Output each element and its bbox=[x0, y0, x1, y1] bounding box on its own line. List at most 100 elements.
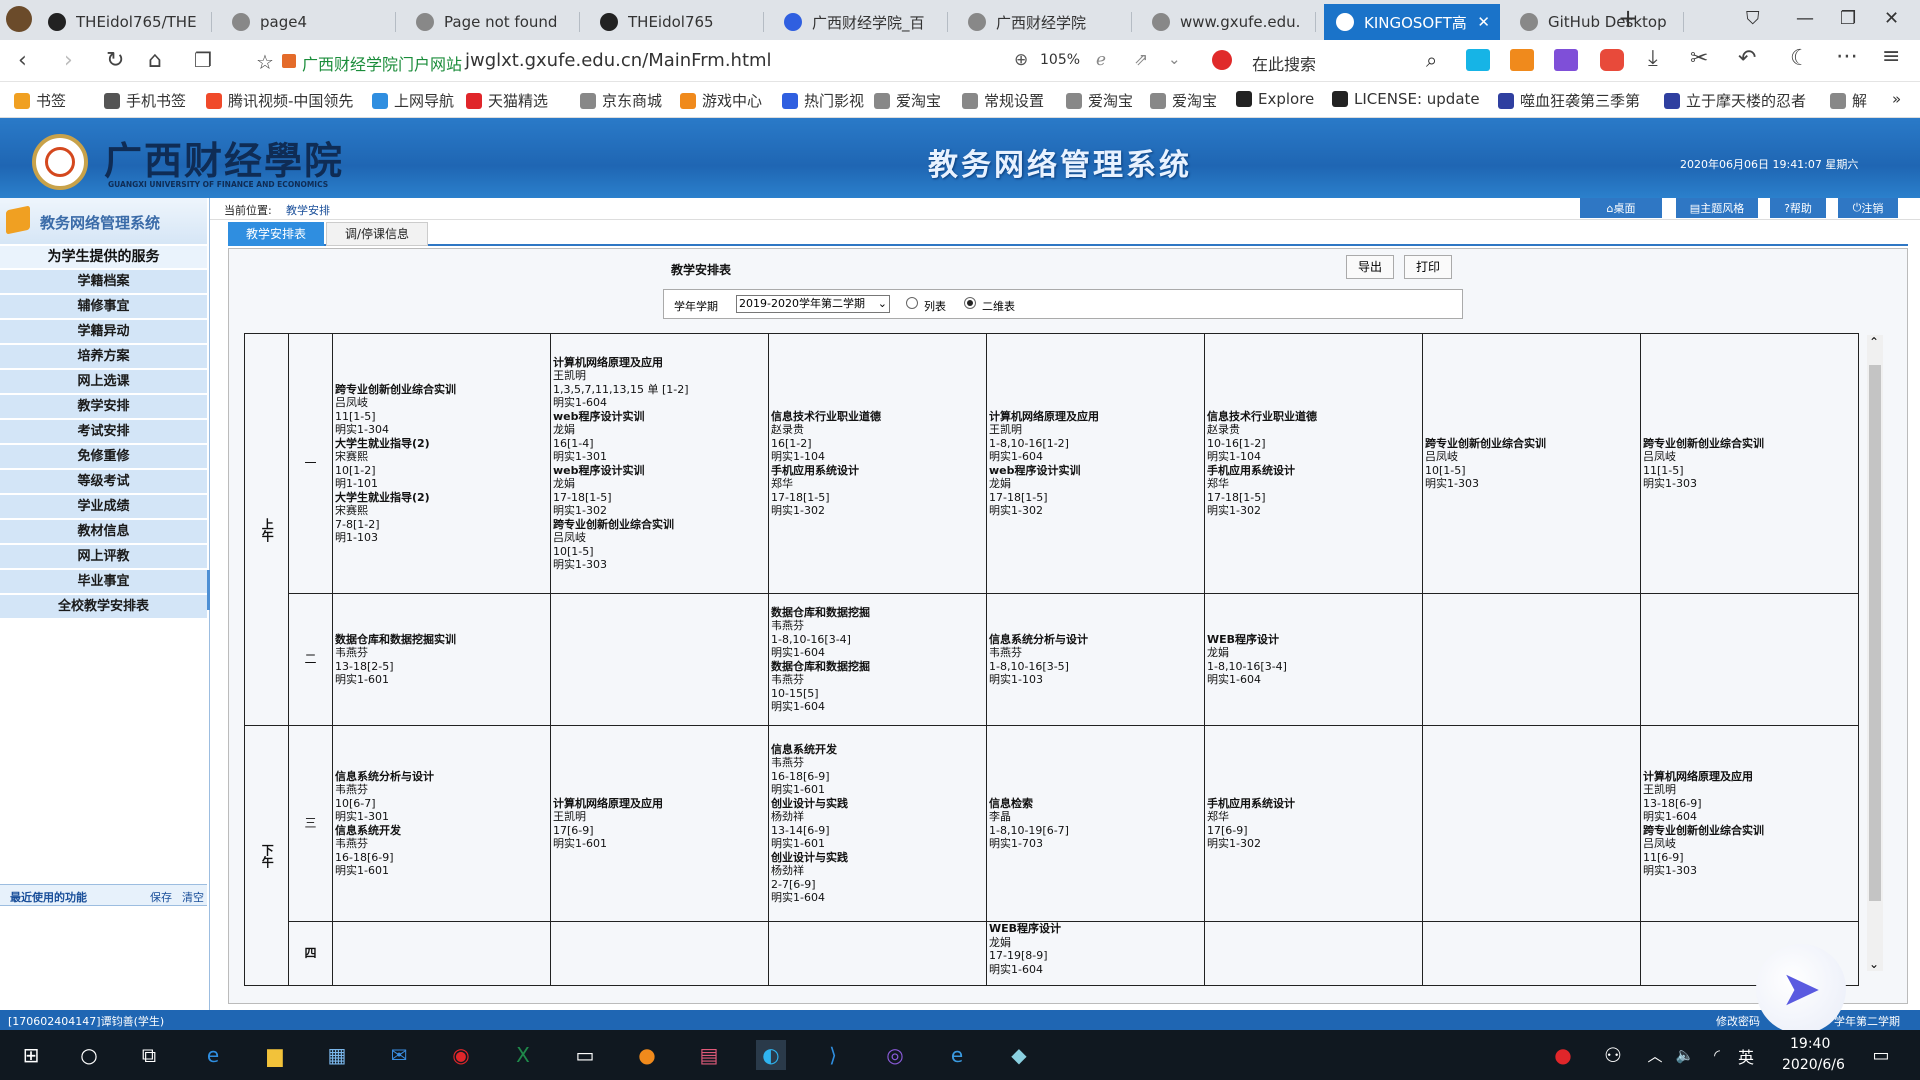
radio-list[interactable] bbox=[906, 297, 918, 309]
scroll-up-icon[interactable]: ⌃ bbox=[1869, 335, 1879, 349]
download-icon[interactable]: ⤓ bbox=[1648, 46, 1658, 71]
bookmark-item[interactable]: 上网导航 bbox=[372, 90, 454, 111]
mail-icon[interactable]: ✉ bbox=[384, 1040, 414, 1070]
clock-date[interactable]: 2020/6/6 bbox=[1782, 1057, 1845, 1073]
undo-icon[interactable]: ↶ bbox=[1738, 46, 1756, 71]
timetable-cell[interactable]: 跨专业创新创业综合实训 吕凤岐 11[1-5] 明实1-304 大学生就业指导(2) 宋赛… bbox=[332, 333, 551, 594]
timetable-cell[interactable]: 信息系统分析与设计 韦燕芬 10[6-7] 明实1-301 信息系统开发 韦燕芬 16-18… bbox=[332, 725, 551, 922]
bookmark-item[interactable]: 手机书签 bbox=[104, 90, 186, 111]
bookmark-item[interactable]: 爱淘宝 bbox=[1066, 90, 1133, 111]
notepad-icon[interactable]: ◆ bbox=[1004, 1040, 1034, 1070]
term-select[interactable]: 2019-2020学年第二学期 ⌄ bbox=[736, 295, 890, 313]
tray-up-icon[interactable]: ︿ bbox=[1640, 1040, 1670, 1070]
bookmarks-more-icon[interactable]: » bbox=[1892, 90, 1901, 108]
print-button[interactable]: 打印 bbox=[1404, 255, 1452, 279]
tab-class-change[interactable]: 调/停课信息 bbox=[326, 222, 428, 246]
game-icon[interactable] bbox=[1600, 49, 1624, 71]
minimize-button[interactable]: — bbox=[1796, 8, 1814, 29]
ie-icon[interactable]: e bbox=[942, 1040, 972, 1070]
timetable-cell[interactable] bbox=[1204, 921, 1423, 986]
scroll-thumb[interactable] bbox=[1869, 365, 1881, 901]
timetable-cell[interactable]: 手机应用系统设计 郑华 17[6-9] 明实1-302 bbox=[1204, 725, 1423, 922]
sidebar-item[interactable]: 学业成绩 bbox=[0, 495, 207, 519]
sidebar-item[interactable]: 等级考试 bbox=[0, 470, 207, 494]
browser-tab[interactable]: THEidol765/THE bbox=[36, 4, 212, 40]
bookmark-item[interactable]: 常规设置 bbox=[962, 90, 1044, 111]
browser-tab[interactable]: Page not found bbox=[404, 4, 580, 40]
export-button[interactable]: 导出 bbox=[1346, 255, 1394, 279]
reading-icon[interactable]: ❐ bbox=[194, 48, 212, 72]
back-icon[interactable]: ‹ bbox=[18, 48, 27, 73]
netease-music-icon[interactable]: ◉ bbox=[446, 1040, 476, 1070]
github-desktop-icon[interactable]: ◎ bbox=[880, 1040, 910, 1070]
vscode-icon[interactable]: ⟩ bbox=[818, 1040, 848, 1070]
bookmark-item[interactable]: 噬血狂袭第三季第 bbox=[1498, 90, 1640, 111]
sidebar-item[interactable]: 教学安排 bbox=[0, 395, 207, 419]
bookmark-item[interactable]: 腾讯视频-中国领先 bbox=[206, 90, 353, 111]
timetable-cell[interactable] bbox=[332, 921, 551, 986]
maximize-button[interactable]: ❐ bbox=[1840, 8, 1856, 29]
bookmark-item[interactable]: 天猫精选 bbox=[466, 90, 548, 111]
browser-tab[interactable]: page4 bbox=[220, 4, 396, 40]
sidebar-item[interactable]: 学籍异动 bbox=[0, 320, 207, 344]
star-icon[interactable]: ☆ bbox=[256, 50, 274, 74]
timetable-cell[interactable]: 信息系统开发 韦燕芬 16-18[6-9] 明实1-601 创业设计与实践 杨劲祥 13-1… bbox=[768, 725, 987, 922]
file-explorer-icon[interactable]: ▆ bbox=[260, 1040, 290, 1070]
more-icon[interactable]: ⋯ bbox=[1836, 44, 1858, 69]
antivirus-icon[interactable]: ● bbox=[1548, 1040, 1578, 1070]
bookmark-item[interactable]: LICENSE: update bbox=[1332, 90, 1480, 108]
timetable-cell[interactable]: 计算机网络原理及应用 王凯明 13-18[6-9] 明实1-604 跨专业创新创业综合实… bbox=[1640, 725, 1859, 922]
timetable-cell[interactable]: 跨专业创新创业综合实训 吕凤岐 11[1-5] 明实1-303 bbox=[1640, 333, 1859, 594]
sidebar-item[interactable]: 考试安排 bbox=[0, 420, 207, 444]
bookmark-item[interactable]: 立于摩天楼的忍者 bbox=[1664, 90, 1806, 111]
zoom-level[interactable]: 105% bbox=[1040, 52, 1080, 68]
timetable-cell[interactable] bbox=[550, 921, 769, 986]
sidebar-item[interactable]: 网上评教 bbox=[0, 545, 207, 569]
zoom-icon[interactable]: ⊕ bbox=[1014, 50, 1028, 70]
home-icon[interactable]: ⌂ bbox=[148, 48, 162, 73]
volume-icon[interactable]: 🔈 bbox=[1670, 1040, 1700, 1070]
timetable-cell[interactable] bbox=[1422, 725, 1641, 922]
bookmark-item[interactable]: 书签 bbox=[14, 90, 66, 111]
task-view-icon[interactable]: ⧉ bbox=[134, 1040, 164, 1070]
change-password-link[interactable]: 修改密码 bbox=[1716, 1013, 1760, 1029]
url-text[interactable]: jwglxt.gxufe.edu.cn/MainFrm.html bbox=[465, 50, 772, 71]
timetable-cell[interactable]: 计算机网络原理及应用 王凯明 1,3,5,7,11,13,15 单 [1-2] 明实1… bbox=[550, 333, 769, 594]
ime-indicator[interactable]: 英 bbox=[1738, 1044, 1754, 1068]
timetable-cell[interactable] bbox=[1640, 593, 1859, 726]
terminal-icon[interactable]: ▭ bbox=[570, 1040, 600, 1070]
video-icon[interactable] bbox=[1466, 49, 1490, 71]
tab-teaching-schedule[interactable]: 教学安排表 bbox=[228, 222, 324, 246]
excel-icon[interactable]: X bbox=[508, 1040, 538, 1070]
browser-tab[interactable]: 广西财经学院 bbox=[956, 4, 1132, 40]
tab-list-icon[interactable]: ⛉ bbox=[1746, 8, 1760, 29]
notification-icon[interactable]: ▭ bbox=[1866, 1040, 1896, 1070]
ie-mode-icon[interactable]: ℯ bbox=[1096, 50, 1106, 70]
refresh-icon[interactable]: ↻ bbox=[106, 48, 124, 73]
new-tab-button[interactable]: + bbox=[1618, 4, 1638, 32]
browser-tab[interactable]: THEidol765 bbox=[588, 4, 764, 40]
logout-button[interactable]: ⏻ 注销 bbox=[1838, 198, 1898, 218]
search-engine-icon[interactable] bbox=[1212, 50, 1232, 70]
search-icon[interactable]: ⌕ bbox=[1426, 48, 1437, 72]
close-tab-icon[interactable]: ✕ bbox=[1477, 13, 1490, 31]
timetable-cell[interactable]: 计算机网络原理及应用 王凯明 1-8,10-16[1-2] 明实1-604 web程序设… bbox=[986, 333, 1205, 594]
menu-icon[interactable]: ≡ bbox=[1882, 44, 1900, 69]
sidebar-item[interactable]: 教材信息 bbox=[0, 520, 207, 544]
bookmark-item[interactable]: 游戏中心 bbox=[680, 90, 762, 111]
night-mode-icon[interactable]: ☾ bbox=[1790, 46, 1810, 71]
browser-logo-icon[interactable] bbox=[6, 6, 32, 32]
translate-icon[interactable] bbox=[1554, 49, 1578, 71]
dropdown-icon[interactable]: ⌄ bbox=[1168, 50, 1181, 68]
windows-start-icon[interactable]: ⊞ bbox=[16, 1040, 46, 1070]
media-icon[interactable]: ▤ bbox=[694, 1040, 724, 1070]
sidebar-item[interactable]: 辅修事宜 bbox=[0, 295, 207, 319]
bookmark-item[interactable]: 爱淘宝 bbox=[874, 90, 941, 111]
close-window-button[interactable]: ✕ bbox=[1884, 8, 1899, 29]
timetable-cell[interactable] bbox=[1422, 921, 1641, 986]
timetable-cell[interactable]: WEB程序设计 龙娟 1-8,10-16[3-4] 明实1-604 bbox=[1204, 593, 1423, 726]
timetable-cell[interactable]: 信息技术行业职业道德 赵录贵 10-16[1-2] 明实1-104 手机应用系统设计 郑华… bbox=[1204, 333, 1423, 594]
browser-tab[interactable]: www.gxufe.edu. bbox=[1140, 4, 1316, 40]
timetable-cell[interactable]: WEB程序设计 龙娟 17-19[8-9] 明实1-604 bbox=[986, 921, 1205, 986]
timetable-cell[interactable]: 数据仓库和数据挖掘实训 韦燕芬 13-18[2-5] 明实1-601 bbox=[332, 593, 551, 726]
